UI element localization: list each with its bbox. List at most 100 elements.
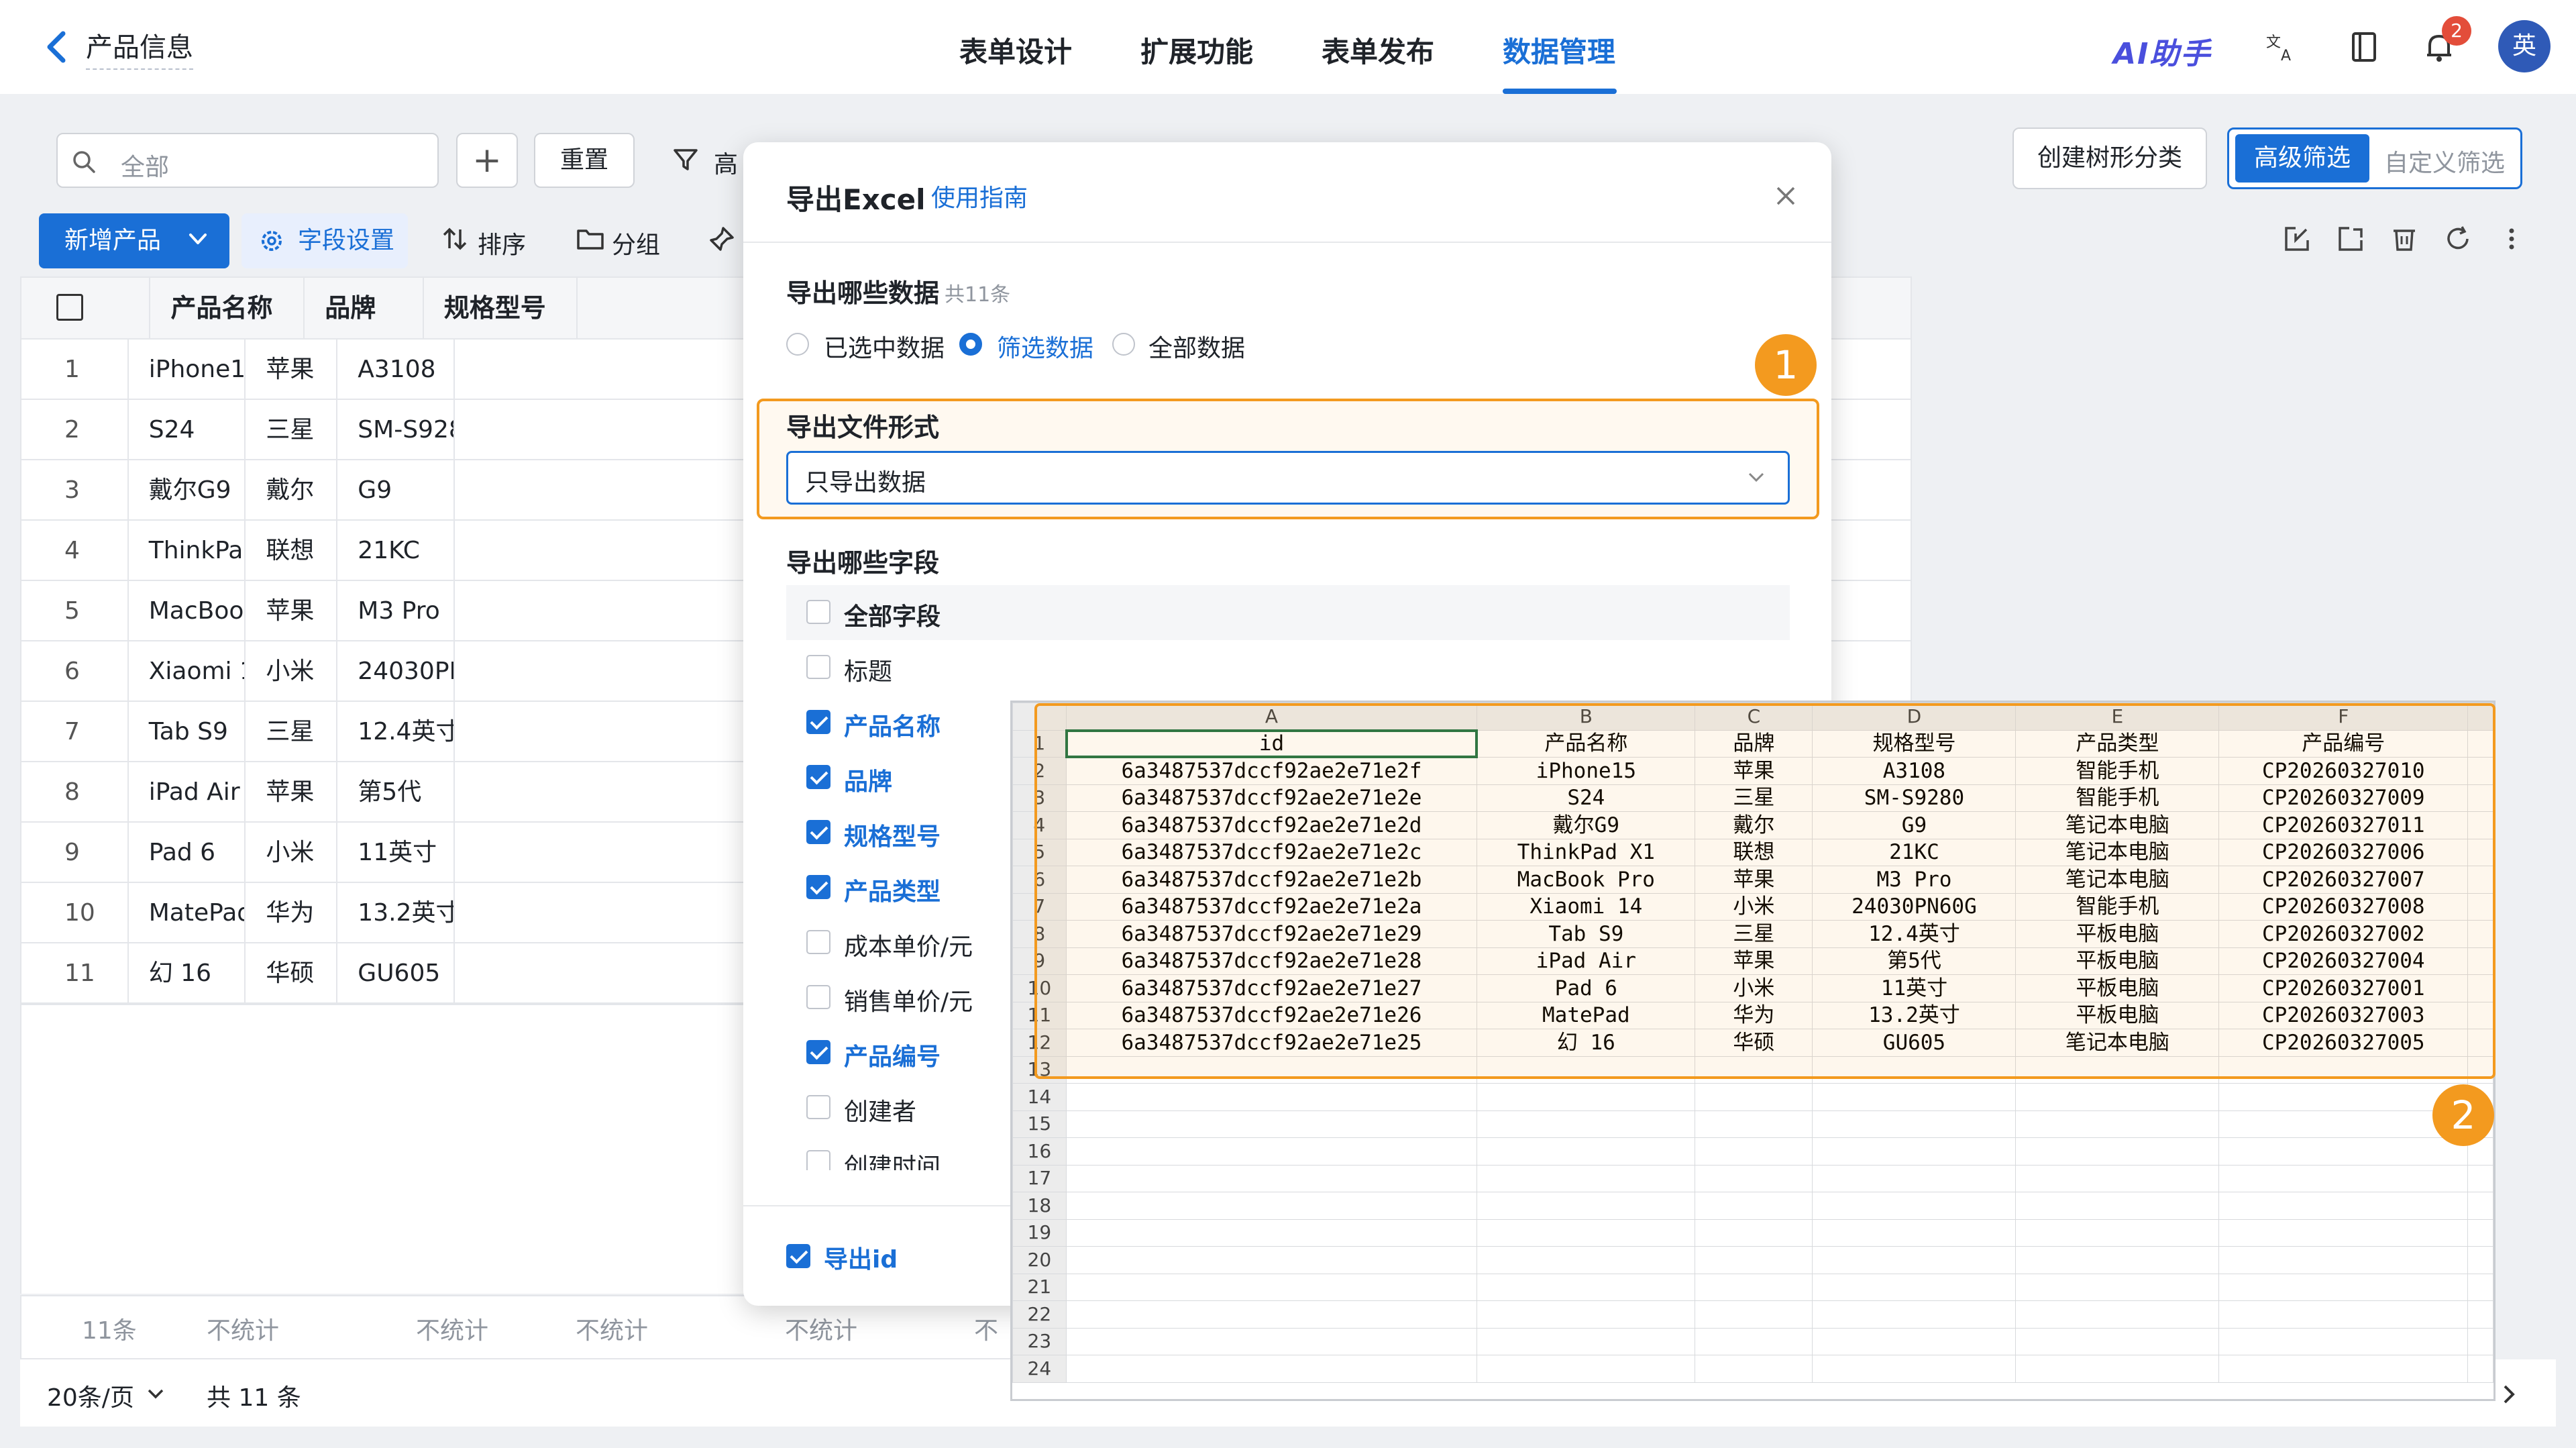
row-number[interactable]: 7 (21, 702, 129, 761)
excel-cell[interactable]: 智能手机 (2015, 757, 2220, 785)
excel-cell[interactable] (1695, 1110, 1813, 1138)
excel-cell[interactable] (2218, 1164, 2469, 1192)
excel-cell[interactable]: 平板电脑 (2015, 947, 2220, 975)
summary-cell[interactable]: 不统计 (416, 1311, 488, 1346)
field-option[interactable]: 全部字段 (786, 585, 1790, 640)
excel-cell[interactable]: 24030PN60G (1812, 892, 2017, 921)
excel-cell[interactable]: 品牌 (1695, 729, 1813, 758)
column-header[interactable]: 品牌 (305, 278, 424, 338)
excel-row-header[interactable]: 4 (1012, 811, 1067, 839)
excel-row-header[interactable]: 5 (1012, 838, 1067, 866)
excel-cell[interactable]: CP20260327001 (2218, 974, 2469, 1002)
nav-extensions[interactable]: 扩展功能 (1140, 30, 1253, 70)
excel-row-header[interactable]: 8 (1012, 920, 1067, 948)
product-name-cell[interactable]: Pad 6 (129, 823, 246, 882)
excel-row-header[interactable]: 11 (1012, 1001, 1067, 1029)
excel-cell[interactable]: 产品类型 (2015, 729, 2220, 758)
excel-cell[interactable] (2218, 1192, 2469, 1220)
excel-row-header[interactable]: 17 (1012, 1164, 1067, 1192)
product-name-cell[interactable]: Xiaomi 14 (129, 641, 246, 701)
excel-cell[interactable] (2467, 1246, 2493, 1274)
excel-cell[interactable]: iPad Air (1477, 947, 1696, 975)
excel-cell[interactable] (1812, 1300, 2017, 1329)
excel-column-header[interactable]: D (1812, 703, 2017, 731)
brand-cell[interactable]: 三星 (246, 400, 338, 459)
excel-cell[interactable] (2467, 1001, 2493, 1029)
model-cell[interactable]: 13.2英寸 (337, 883, 455, 942)
excel-cell[interactable] (1065, 1192, 1478, 1220)
excel-cell[interactable]: CP20260327008 (2218, 892, 2469, 921)
row-number[interactable]: 5 (21, 581, 129, 640)
excel-cell[interactable]: 6a3487537dccf92ae2e71e2b (1065, 866, 1478, 894)
excel-cell[interactable] (2015, 1327, 2220, 1355)
excel-cell[interactable] (2467, 1273, 2493, 1301)
excel-row-header[interactable]: 16 (1012, 1137, 1067, 1166)
excel-cell[interactable]: MatePad (1477, 1001, 1696, 1029)
row-number[interactable]: 1 (21, 340, 129, 399)
excel-cell[interactable]: 6a3487537dccf92ae2e71e25 (1065, 1029, 1478, 1057)
filter-icon[interactable] (671, 145, 700, 174)
excel-cell[interactable]: 12.4英寸 (1812, 920, 2017, 948)
excel-cell[interactable] (1065, 1083, 1478, 1111)
excel-row-header[interactable]: 21 (1012, 1273, 1067, 1301)
custom-filter-button[interactable]: 自定义筛选 (2384, 144, 2505, 178)
excel-cell[interactable] (1695, 1192, 1813, 1220)
excel-cell[interactable] (2467, 920, 2493, 948)
excel-cell[interactable]: 6a3487537dccf92ae2e71e26 (1065, 1001, 1478, 1029)
excel-cell[interactable] (1812, 1327, 2017, 1355)
excel-cell[interactable] (1477, 1137, 1696, 1166)
model-cell[interactable]: G9 (337, 460, 455, 519)
excel-cell[interactable] (2467, 1355, 2493, 1383)
advanced-filter-link[interactable]: 高 (714, 145, 738, 180)
excel-cell[interactable] (2015, 1273, 2220, 1301)
excel-cell[interactable] (2218, 1327, 2469, 1355)
field-checkbox[interactable] (806, 765, 830, 789)
excel-cell[interactable] (2218, 1137, 2469, 1166)
excel-row-header[interactable]: 9 (1012, 947, 1067, 975)
excel-cell[interactable] (1065, 1355, 1478, 1383)
field-checkbox[interactable] (806, 600, 830, 624)
import-icon[interactable] (2282, 224, 2312, 254)
excel-cell[interactable] (1065, 1246, 1478, 1274)
excel-cell[interactable]: 6a3487537dccf92ae2e71e27 (1065, 974, 1478, 1002)
radio-label[interactable]: 全部数据 (1148, 329, 1245, 364)
excel-cell[interactable] (2218, 1355, 2469, 1383)
excel-cell[interactable]: 华为 (1695, 1001, 1813, 1029)
excel-cell[interactable] (2467, 947, 2493, 975)
export-icon[interactable] (2336, 224, 2365, 254)
excel-cell[interactable]: 平板电脑 (2015, 1001, 2220, 1029)
excel-cell[interactable] (1812, 1246, 2017, 1274)
nav-data-management[interactable]: 数据管理 (1503, 30, 1615, 70)
excel-cell[interactable] (2467, 1300, 2493, 1329)
excel-cell[interactable]: GU605 (1812, 1029, 2017, 1057)
excel-cell[interactable]: 21KC (1812, 838, 2017, 866)
summary-cell[interactable]: 不 (974, 1311, 998, 1346)
excel-row-header[interactable]: 15 (1012, 1110, 1067, 1138)
excel-cell[interactable] (2467, 811, 2493, 839)
field-checkbox[interactable] (806, 1095, 830, 1119)
excel-cell[interactable] (1695, 1137, 1813, 1166)
excel-cell[interactable]: 平板电脑 (2015, 974, 2220, 1002)
excel-cell[interactable]: 规格型号 (1812, 729, 2017, 758)
excel-cell[interactable] (2467, 866, 2493, 894)
excel-column-header[interactable]: B (1477, 703, 1696, 731)
more-icon[interactable] (2497, 224, 2526, 254)
excel-cell[interactable] (1477, 1055, 1696, 1084)
excel-cell[interactable]: 6a3487537dccf92ae2e71e29 (1065, 920, 1478, 948)
excel-cell[interactable]: 笔记本电脑 (2015, 866, 2220, 894)
reset-button[interactable]: 重置 (534, 133, 635, 188)
excel-cell[interactable] (1812, 1137, 2017, 1166)
excel-cell[interactable]: 平板电脑 (2015, 920, 2220, 948)
excel-cell[interactable] (1065, 1055, 1478, 1084)
summary-cell[interactable]: 不统计 (207, 1311, 279, 1346)
excel-cell[interactable] (2467, 892, 2493, 921)
radio-selected-data[interactable] (786, 333, 809, 356)
excel-cell[interactable] (2467, 1327, 2493, 1355)
excel-cell[interactable] (1477, 1219, 1696, 1247)
excel-cell[interactable]: 戴尔G9 (1477, 811, 1696, 839)
excel-cell[interactable]: CP20260327006 (2218, 838, 2469, 866)
product-name-cell[interactable]: Tab S9 (129, 702, 246, 761)
product-name-cell[interactable]: iPad Air (129, 762, 246, 821)
export-id-checkbox[interactable] (786, 1244, 810, 1268)
product-name-cell[interactable]: MatePad (129, 883, 246, 942)
